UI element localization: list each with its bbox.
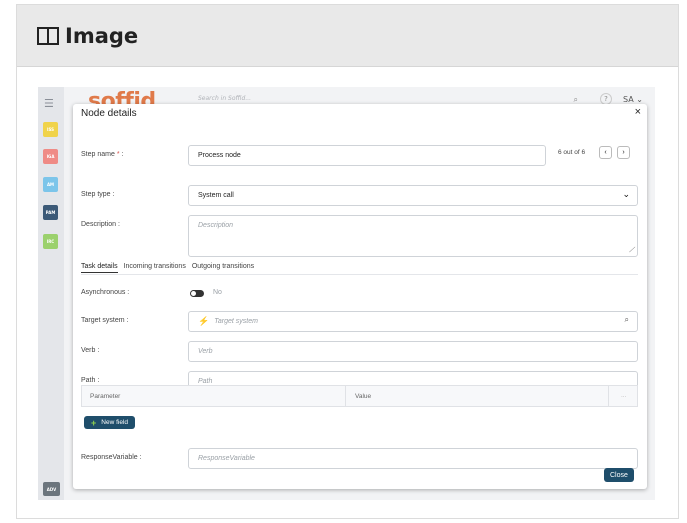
response-variable-label: ResponseVariable : xyxy=(81,454,142,461)
tab-incoming-transitions[interactable]: Incoming transitions xyxy=(124,263,186,273)
tab-task-details[interactable]: Task details xyxy=(81,263,118,273)
step-name-label: Step name * : xyxy=(81,151,124,158)
hamburger-icon[interactable]: ☰ xyxy=(44,97,54,110)
tab-outgoing-transitions[interactable]: Outgoing transitions xyxy=(192,263,254,273)
response-variable-input[interactable]: ResponseVariable xyxy=(188,448,638,469)
asynchronous-toggle[interactable] xyxy=(190,290,204,297)
target-system-label: Target system : xyxy=(81,317,129,324)
step-type-value: System call xyxy=(198,192,234,199)
chevron-down-icon: ⌄ xyxy=(622,189,630,199)
column-divider xyxy=(345,386,346,406)
close-icon[interactable]: × xyxy=(635,106,641,118)
module-iga[interactable]: IGA xyxy=(43,149,58,164)
plus-icon: + xyxy=(91,417,97,428)
node-counter: 6 out of 6 xyxy=(558,149,586,156)
book-icon xyxy=(37,26,59,45)
search-icon[interactable]: ⌕ xyxy=(625,315,629,325)
description-placeholder: Description xyxy=(198,222,234,229)
module-pam[interactable]: PAM xyxy=(43,205,58,220)
step-type-select[interactable]: System call ⌄ xyxy=(188,185,638,206)
close-button[interactable]: Close xyxy=(604,468,634,482)
path-label: Path : xyxy=(81,377,100,384)
prev-node-button[interactable]: ‹ xyxy=(599,146,612,159)
description-label: Description : xyxy=(81,221,120,228)
step-name-input[interactable]: Process node xyxy=(188,145,546,166)
target-system-placeholder: Target system xyxy=(214,318,258,325)
asynchronous-value: No xyxy=(213,289,222,296)
value-column-header: Value xyxy=(355,393,372,400)
module-adv[interactable]: ADV xyxy=(43,482,60,496)
frame-title: Image xyxy=(65,23,139,48)
user-menu[interactable]: SA ⌄ xyxy=(623,95,643,104)
new-field-button[interactable]: + New field xyxy=(84,416,135,429)
app-screenshot: ☰ ISS IGA AM PAM IRC ADV soffid Search i… xyxy=(38,87,655,500)
next-node-button[interactable]: › xyxy=(617,146,630,159)
parameter-table: Parameter Value ... xyxy=(81,385,638,407)
target-system-input[interactable]: ⚡ Target system ⌕ xyxy=(188,311,638,332)
frame-header: Image xyxy=(17,5,678,67)
module-rail: ☰ ISS IGA AM PAM IRC ADV xyxy=(38,87,64,500)
module-irc[interactable]: IRC xyxy=(43,234,58,249)
new-field-label: New field xyxy=(101,419,128,426)
module-iss[interactable]: ISS xyxy=(43,122,58,137)
verb-label: Verb : xyxy=(81,347,100,354)
parameter-column-header: Parameter xyxy=(90,393,121,400)
module-am[interactable]: AM xyxy=(43,177,58,192)
lightning-icon: ⚡ xyxy=(198,316,210,326)
description-textarea[interactable]: Description ⟋ xyxy=(188,215,638,257)
resize-handle-icon[interactable]: ⟋ xyxy=(629,247,634,255)
more-column-header[interactable]: ... xyxy=(621,392,626,399)
tab-divider xyxy=(81,274,638,275)
node-details-modal: Node details × Step name * : Process nod… xyxy=(73,104,647,489)
global-search-placeholder: Search in Soffid... xyxy=(198,95,252,102)
detail-tabs: Task details Incoming transitions Outgoi… xyxy=(81,263,254,273)
modal-title: Node details xyxy=(81,108,137,119)
asynchronous-label: Asynchronous : xyxy=(81,289,130,296)
verb-input[interactable]: Verb xyxy=(188,341,638,362)
step-type-label: Step type : xyxy=(81,191,115,198)
column-divider xyxy=(608,386,609,406)
